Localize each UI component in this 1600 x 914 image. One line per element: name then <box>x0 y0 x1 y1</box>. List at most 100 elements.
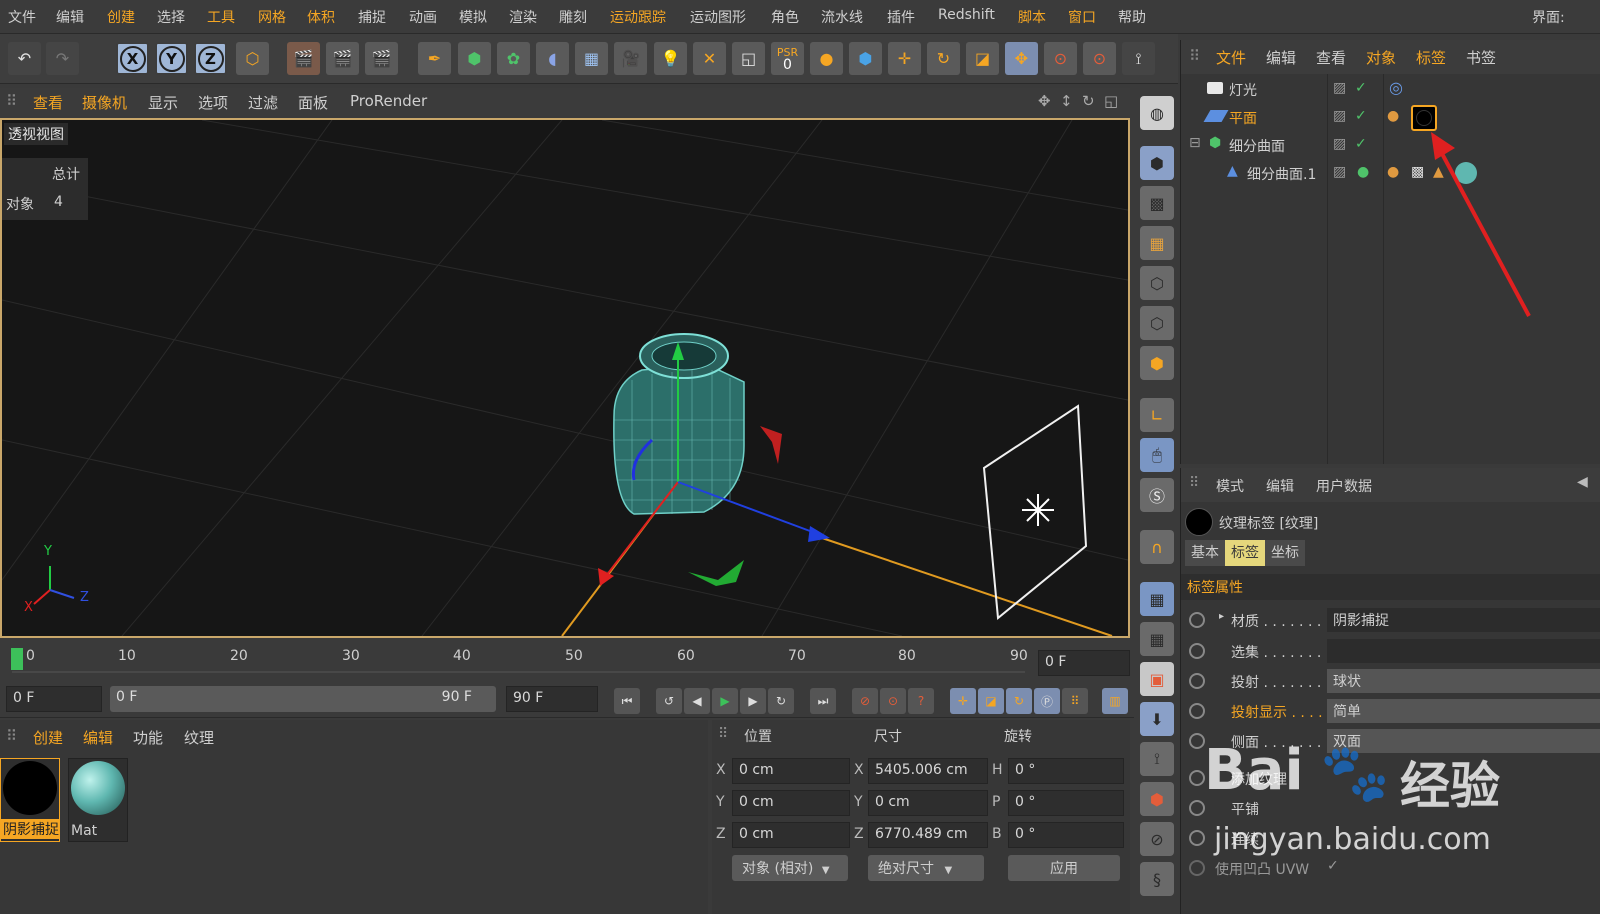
animate-radio[interactable] <box>1189 643 1205 659</box>
subdivision-surface-button[interactable]: ⬢ <box>458 42 491 75</box>
menu-window[interactable]: 窗口 <box>1068 7 1096 27</box>
go-to-end-button[interactable]: ⏭ <box>810 688 836 714</box>
menu-sculpt[interactable]: 雕刻 <box>559 7 587 27</box>
animate-radio[interactable] <box>1189 703 1205 719</box>
previous-key-button[interactable]: ↺ <box>656 688 682 714</box>
texture-mode-button[interactable]: ▩ <box>1140 186 1174 220</box>
menu-character[interactable]: 角色 <box>771 7 799 27</box>
viewport-menu-display[interactable]: 显示 <box>148 92 178 113</box>
projection-dropdown[interactable]: 球状 <box>1327 669 1600 693</box>
tweak-mode-button[interactable]: 🖱 <box>1140 438 1174 472</box>
polygon-mode-button[interactable]: ⬢ <box>1140 346 1174 380</box>
viewport-zoom-icon[interactable]: ↕ <box>1060 92 1073 110</box>
menu-select[interactable]: 选择 <box>157 7 185 27</box>
menu-tools[interactable]: 工具 <box>207 7 235 27</box>
enabled-check-icon[interactable]: ✓ <box>1355 108 1367 124</box>
projection-display-dropdown[interactable]: 简单 <box>1327 699 1600 723</box>
material-swatch-shadow-catcher[interactable]: 阴影捕捉 <box>0 758 60 842</box>
om-menu-tags[interactable]: 标签 <box>1416 47 1446 68</box>
viewport-rotate-icon[interactable]: ↻ <box>1082 92 1095 110</box>
key-position-button[interactable]: ✛ <box>950 688 976 714</box>
x-axis-lock-button[interactable]: X <box>116 42 149 75</box>
point-mode-button[interactable]: ⬡ <box>1140 266 1174 300</box>
collapse-toggle-icon[interactable]: ⊟ <box>1189 135 1201 151</box>
om-menu-object[interactable]: 对象 <box>1366 47 1396 68</box>
layer-icon[interactable]: ▨ <box>1333 80 1346 96</box>
layer-icon[interactable]: ▨ <box>1333 136 1346 152</box>
rotate-button[interactable]: ↻ <box>927 42 960 75</box>
menu-motion-tracking[interactable]: 运动跟踪 <box>610 7 666 27</box>
live-selection-button[interactable]: ⊙ <box>1044 42 1077 75</box>
menu-pipeline[interactable]: 流水线 <box>821 7 863 27</box>
disable-button[interactable]: ⊘ <box>1140 822 1174 856</box>
size-x-field[interactable]: 5405.006 cm <box>868 758 988 784</box>
menu-simulate[interactable]: 模拟 <box>459 7 487 27</box>
end-frame-field[interactable]: 90 F <box>506 686 598 712</box>
viewport-menu-prorender[interactable]: ProRender <box>350 92 427 110</box>
mm-menu-create[interactable]: 创建 <box>33 727 63 748</box>
pen-tool-button[interactable]: ✒ <box>418 42 451 75</box>
layer-icon[interactable]: ▨ <box>1333 164 1346 180</box>
mm-menu-function[interactable]: 功能 <box>133 727 163 748</box>
am-menu-user-data[interactable]: 用户数据 <box>1316 476 1372 496</box>
rot-h-field[interactable]: 0 ° <box>1008 758 1124 784</box>
om-menu-edit[interactable]: 编辑 <box>1266 47 1296 68</box>
enabled-check-icon[interactable]: ✓ <box>1355 136 1367 152</box>
cube-button[interactable]: ⬢ <box>849 42 882 75</box>
bone-tool-button[interactable]: ⟟ <box>1140 742 1174 776</box>
workplane-button[interactable]: ◱ <box>732 42 765 75</box>
coordinate-system-button[interactable]: ⬡ <box>236 42 269 75</box>
model-mode-button[interactable]: ⟟ <box>1122 42 1155 75</box>
coordinate-mode-dropdown[interactable]: 对象 (相对) ▼ <box>732 855 848 881</box>
record-button[interactable]: ⊘ <box>852 688 878 714</box>
enabled-dot-icon[interactable]: ● <box>1357 164 1369 180</box>
go-to-start-button[interactable]: ⏮ <box>614 688 640 714</box>
playhead[interactable] <box>11 648 23 670</box>
axis-mode-button[interactable]: ∟ <box>1140 398 1174 432</box>
scale-button[interactable]: ◪ <box>966 42 999 75</box>
menu-edit[interactable]: 编辑 <box>56 7 84 27</box>
viewport-menu-panel[interactable]: 面板 <box>298 92 328 113</box>
size-y-field[interactable]: 0 cm <box>868 790 988 816</box>
target-tag-icon[interactable]: ◎ <box>1389 78 1403 97</box>
prop-selection[interactable]: 选集 . . . . . . . . <box>1181 637 1600 667</box>
viewport-menu-filter[interactable]: 过滤 <box>248 92 278 113</box>
play-button[interactable]: ▶ <box>712 688 738 714</box>
om-menu-bookmarks[interactable]: 书签 <box>1466 47 1496 68</box>
tab-tag[interactable]: 标签 <box>1225 540 1265 566</box>
snap-button[interactable]: ✕ <box>693 42 726 75</box>
light-object[interactable] <box>982 404 1088 620</box>
layout-label[interactable]: 界面: <box>1532 7 1565 27</box>
menu-plugins[interactable]: 插件 <box>887 7 915 27</box>
pos-y-field[interactable]: 0 cm <box>732 790 850 816</box>
keyframe-selection-button[interactable]: ? <box>908 688 934 714</box>
lock-workplane-button[interactable]: ▦ <box>1140 582 1174 616</box>
next-key-button[interactable]: ↻ <box>768 688 794 714</box>
menu-volume[interactable]: 体积 <box>307 7 335 27</box>
previous-frame-button[interactable]: ◀ <box>684 688 710 714</box>
pos-z-field[interactable]: 0 cm <box>732 822 850 848</box>
perspective-viewport[interactable]: 透视视图 总计 对象 4 Y X Z <box>0 118 1130 638</box>
apply-button[interactable]: 应用 <box>1008 855 1120 881</box>
transfer-button[interactable]: ● <box>810 42 843 75</box>
viewport-menu-options[interactable]: 选项 <box>198 92 228 113</box>
gizmo-xy-plane-handle[interactable] <box>688 560 744 586</box>
render-region-button[interactable]: ▣ <box>1140 662 1174 696</box>
material-link-field[interactable]: 阴影捕捉 <box>1327 608 1600 632</box>
key-scale-button[interactable]: ◪ <box>978 688 1004 714</box>
render-picture-viewer-button[interactable]: 🎬 <box>326 42 359 75</box>
key-parameter-button[interactable]: Ⓟ <box>1034 688 1060 714</box>
viewport-menu-camera[interactable]: 摄像机 <box>82 92 127 113</box>
compositing-tag-icon[interactable]: ● <box>1387 108 1399 124</box>
collapse-arrow-icon[interactable]: ◀ <box>1577 474 1588 490</box>
prop-projection-display[interactable]: 投射显示 . . . . 简单 <box>1181 697 1600 727</box>
timeline-window-button[interactable]: ▥ <box>1102 688 1128 714</box>
next-frame-button[interactable]: ▶ <box>740 688 766 714</box>
menu-file[interactable]: 文件 <box>8 7 36 27</box>
size-z-field[interactable]: 6770.489 cm <box>868 822 988 848</box>
object-row-light[interactable]: 灯光 ▨ ✓ ◎ <box>1181 76 1600 104</box>
prop-material[interactable]: ▸ 材质 . . . . . . . 阴影捕捉 <box>1181 606 1600 636</box>
deformer-button[interactable]: ◖ <box>536 42 569 75</box>
am-menu-mode[interactable]: 模式 <box>1216 476 1244 496</box>
compositing-tag-icon[interactable]: ● <box>1387 164 1399 180</box>
